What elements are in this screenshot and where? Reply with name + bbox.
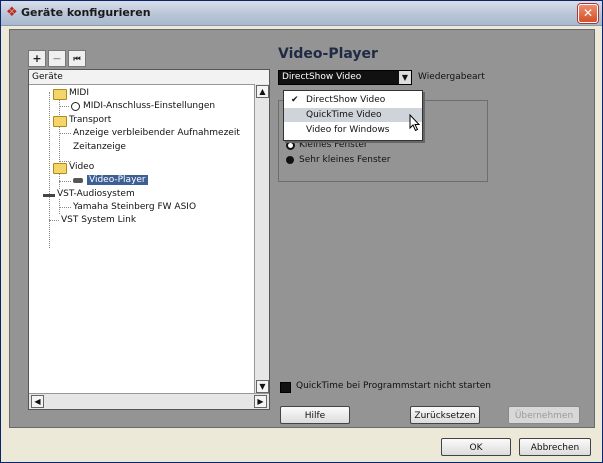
playback-method-label: Wiedergabeart	[418, 72, 485, 82]
audio-device-icon	[43, 194, 55, 197]
playback-method-dropdown: ✔ DirectShow Video QuickTime Video Video…	[283, 90, 423, 141]
folder-icon	[53, 163, 67, 174]
page-title: Video-Player	[278, 46, 378, 62]
device-setup-window: ❖ Geräte konfigurieren ✕ + − ⏮ Geräte MI	[0, 0, 603, 463]
radio-small-window[interactable]	[286, 141, 295, 150]
tree-vertical-scrollbar[interactable]: ▲ ▼	[254, 84, 269, 394]
reset-device-button[interactable]: ⏮	[68, 50, 86, 67]
dropdown-option-quicktime-label: QuickTime Video	[306, 110, 382, 120]
folder-icon	[53, 116, 67, 127]
tree-item-yamaha-asio[interactable]: Yamaha Steinberg FW ASIO	[73, 202, 196, 213]
cubase-icon: ❖	[6, 5, 18, 20]
cancel-button[interactable]: Abbrechen	[519, 438, 591, 456]
scroll-up-icon[interactable]: ▲	[256, 85, 269, 98]
radio-small-window-label: Kleines Fenster	[299, 140, 368, 150]
apply-button[interactable]: Übernehmen	[508, 406, 580, 424]
remove-device-button[interactable]: −	[48, 50, 66, 67]
device-tree: Geräte MIDI MIDI-Anschluss-Einstellungen…	[28, 69, 270, 410]
mouse-cursor-icon	[409, 114, 421, 132]
dropdown-option-quicktime[interactable]: QuickTime Video	[284, 108, 422, 122]
reset-button[interactable]: Zurücksetzen	[410, 406, 480, 424]
quicktime-startup-checkbox[interactable]	[280, 382, 291, 393]
dropdown-option-vfw-label: Video for Windows	[306, 125, 390, 135]
playback-method-select[interactable]: DirectShow Video ▼	[278, 70, 412, 85]
tree-item-vst-audio-system[interactable]: VST-Audiosystem	[57, 189, 135, 200]
video-device-icon	[73, 178, 83, 183]
dropdown-option-directshow[interactable]: ✔ DirectShow Video	[284, 93, 422, 107]
title-bar[interactable]: ❖ Geräte konfigurieren ✕	[1, 1, 602, 26]
tree-item-midi[interactable]: MIDI	[69, 88, 89, 99]
tree-item-record-time[interactable]: Anzeige verbleibender Aufnahmezeit	[73, 128, 240, 139]
tree-item-midi-port-settings[interactable]: MIDI-Anschluss-Einstellungen	[83, 101, 215, 112]
tree-item-video-player[interactable]: Video-Player	[87, 175, 148, 186]
chevron-down-icon[interactable]: ▼	[399, 71, 411, 84]
playback-method-value: DirectShow Video	[282, 72, 362, 82]
add-device-button[interactable]: +	[28, 50, 46, 67]
tree-item-transport[interactable]: Transport	[69, 115, 111, 126]
help-button[interactable]: Hilfe	[280, 406, 350, 424]
tree-item-vst-system-link[interactable]: VST System Link	[61, 215, 136, 226]
folder-icon	[53, 89, 67, 100]
tree-item-video[interactable]: Video	[69, 162, 94, 173]
scroll-left-icon[interactable]: ◀	[31, 395, 44, 408]
midi-port-icon	[71, 102, 80, 111]
scroll-right-icon[interactable]: ▶	[254, 395, 267, 408]
dropdown-option-video-for-windows[interactable]: Video for Windows	[284, 123, 422, 137]
ok-button[interactable]: OK	[441, 438, 511, 456]
dropdown-option-directshow-label: DirectShow Video	[306, 95, 386, 105]
dialog-content: + − ⏮ Geräte MIDI MIDI-Anschluss-Einstel…	[9, 29, 595, 428]
close-button[interactable]: ✕	[578, 4, 598, 23]
tree-header: Geräte	[29, 70, 269, 85]
radio-very-small-window-label: Sehr kleines Fenster	[299, 155, 391, 165]
tree-item-video-player-label: Video-Player	[87, 175, 148, 185]
quicktime-startup-label: QuickTime bei Programmstart nicht starte…	[296, 381, 491, 391]
window-title: Geräte konfigurieren	[21, 6, 151, 19]
scroll-down-icon[interactable]: ▼	[256, 380, 269, 393]
tree-item-time-display[interactable]: Zeitanzeige	[73, 142, 126, 153]
radio-very-small-window[interactable]	[286, 156, 294, 164]
tree-horizontal-scrollbar[interactable]: ◀ ▶	[29, 393, 269, 409]
checkmark-icon: ✔	[291, 95, 299, 105]
tree-toolbar: + − ⏮	[28, 50, 88, 67]
